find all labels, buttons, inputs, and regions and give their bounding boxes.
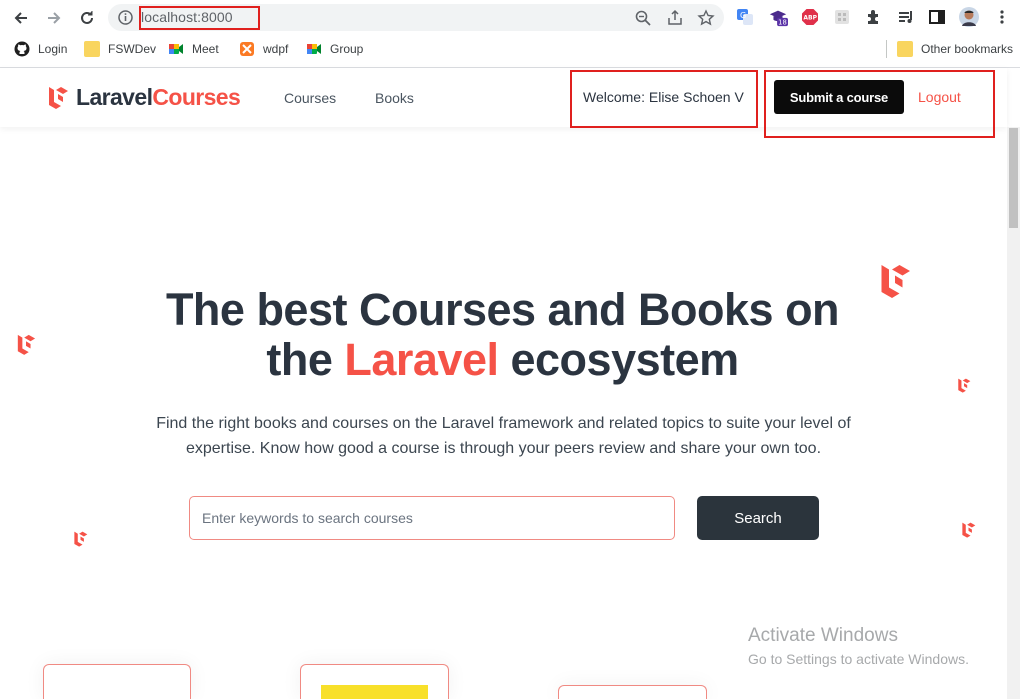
bookmark-meet[interactable]: Meet [168,40,219,58]
decorative-logo-icon [17,334,36,355]
bookmarks-separator [886,40,887,58]
media-list-icon [899,11,912,23]
nav-courses-link[interactable]: Courses [284,90,336,106]
graduation-extension[interactable]: 18 [768,7,788,27]
google-translate-extension[interactable]: G [735,7,755,27]
url-highlight-box [139,6,260,30]
svg-text:ABP: ABP [803,15,817,22]
forward-button[interactable] [42,6,66,30]
search-button[interactable]: Search [697,496,819,540]
share-icon[interactable] [666,9,684,27]
reload-icon [81,11,93,24]
reload-button[interactable] [75,6,99,30]
bookmark-wdpf[interactable]: wdpf [239,40,288,58]
meet-icon [307,44,321,54]
windows-activation-watermark-title: Activate Windows [748,625,898,646]
kebab-menu-icon [1000,10,1004,24]
course-search-input[interactable] [189,496,675,540]
back-arrow-icon [14,12,27,24]
grid-extension-icon [835,10,849,24]
course-card[interactable] [558,685,707,699]
reading-list-button[interactable] [896,7,916,27]
bookmark-label: FSWDev [108,42,156,56]
profile-button[interactable] [959,7,979,27]
folder-icon [84,41,100,57]
page-scrollbar-thumb[interactable] [1009,128,1018,228]
zoom-icon[interactable] [634,9,652,27]
svg-text:G: G [740,11,746,20]
bookmark-other[interactable]: Other bookmarks [897,40,1013,58]
bookmarks-bar: Login FSWDev Meet wdpf Group Other bookm… [0,36,1020,62]
side-panel-button[interactable] [927,7,947,27]
course-card[interactable] [43,664,191,699]
bookmark-label: Login [38,42,68,56]
bookmark-label: wdpf [263,42,289,56]
extensions-button[interactable] [864,7,884,27]
decorative-logo-icon [74,531,88,547]
puzzle-icon [868,10,878,24]
extension-badge: 18 [778,19,787,27]
bookmark-label: Meet [192,42,219,56]
folder-icon [897,41,913,57]
nav-books-link[interactable]: Books [375,90,414,106]
browser-chrome: localhost:8000 G 18 ABP Login FSWDev Mee… [0,0,1020,68]
meet-icon [169,44,183,54]
bookmark-label: Other bookmarks [921,42,1014,56]
logo-text: LaravelCourses [76,83,241,111]
bookmark-login[interactable]: Login [14,40,67,58]
logout-link[interactable]: Logout [918,89,961,105]
profile-avatar-icon [959,7,979,27]
bookmark-group[interactable]: Group [306,40,363,58]
forward-arrow-icon [48,12,61,24]
logo-text-courses: Courses [152,83,241,110]
windows-activation-watermark-text: Go to Settings to activate Windows. [748,651,969,667]
github-icon [14,41,30,57]
side-panel-icon [929,10,945,24]
chrome-menu-button[interactable] [992,7,1012,27]
hero-title-the: the [266,334,333,385]
back-button[interactable] [9,6,33,30]
submit-course-button[interactable]: Submit a course [774,80,904,114]
bookmark-label: Group [330,42,364,56]
welcome-highlight-box [570,70,758,128]
logo-text-laravel: Laravel [76,83,153,110]
adblock-icon: ABP [802,9,818,25]
adblock-extension[interactable]: ABP [800,7,820,27]
card-cover-image [321,685,428,699]
bookmark-fswdev[interactable]: FSWDev [84,40,156,58]
site-logo[interactable]: LaravelCourses [47,83,241,111]
browser-toolbar: localhost:8000 G 18 ABP [0,0,1020,35]
site-info-icon[interactable] [117,9,134,26]
decorative-logo-icon [962,522,976,538]
laravel-logo-icon [49,87,68,109]
hero-subtitle: Find the right books and courses on the … [156,415,851,457]
grey-extension[interactable] [832,7,852,27]
graduation-cap-icon: 18 [769,10,788,27]
hero-title-accent: Laravel [344,334,499,385]
hero-title-line1: The best Courses and Books on [165,284,840,335]
bookmark-star-icon[interactable] [697,9,715,27]
hero-title-end: ecosystem [510,334,740,385]
xampp-icon [240,42,254,56]
hero-title: The best Courses and Books on the Larave… [40,285,965,385]
translate-icon: G [737,9,753,25]
